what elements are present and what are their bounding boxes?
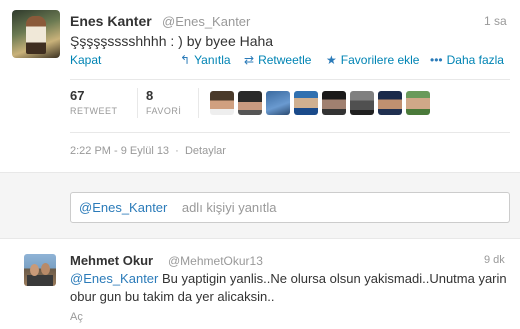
favoriter-avatar[interactable] — [238, 91, 262, 115]
reply-label: Yanıtla — [194, 53, 231, 67]
favoriter-avatar[interactable] — [378, 91, 402, 115]
reply-gap — [171, 200, 178, 215]
details-link[interactable]: Detaylar — [185, 145, 226, 157]
more-label: Daha fazla — [446, 53, 504, 67]
reply-tweet[interactable]: Mehmet Okur @MehmetOkur13 9 dk @Enes_Kan… — [0, 240, 520, 329]
favorite-button[interactable]: ★ Favorilere ekle — [326, 53, 419, 67]
favorite-label: Favorilere ekle — [340, 53, 420, 67]
more-dots-icon: ••• — [430, 53, 443, 67]
reply-tweet-mention[interactable]: @Enes_Kanter — [70, 271, 158, 286]
favorite-count-label: FAVORİ — [146, 106, 182, 116]
favoriter-avatar[interactable] — [350, 91, 374, 115]
favoriter-avatar[interactable] — [210, 91, 234, 115]
reply-author-avatar[interactable] — [24, 254, 56, 286]
divider — [70, 132, 510, 133]
reply-author-name[interactable]: Mehmet Okur — [70, 253, 153, 268]
tweet-text: Şşşşşsssshhhh : ) by byee Haha — [70, 33, 274, 49]
expand-link[interactable]: Aç — [70, 311, 83, 323]
author-avatar[interactable] — [12, 10, 60, 58]
reply-author-handle[interactable]: @MehmetOkur13 — [168, 254, 263, 268]
author-name[interactable]: Enes Kanter — [70, 13, 152, 29]
reply-button[interactable]: ↰ Yanıtla — [180, 53, 231, 67]
reply-tweet-text: @Enes_Kanter Bu yaptigin yanlis..Ne olur… — [70, 270, 512, 306]
favoriter-avatar[interactable] — [294, 91, 318, 115]
reply-composer: @Enes_Kanter adlı kişiyi yanıtla — [0, 172, 520, 239]
reply-tweet-time[interactable]: 9 dk — [484, 254, 505, 266]
retweet-count-label: RETWEET — [70, 106, 118, 116]
more-button[interactable]: ••• Daha fazla — [430, 53, 504, 67]
divider — [137, 88, 138, 118]
tweet-time[interactable]: 1 sa — [484, 14, 507, 28]
favoriter-avatar[interactable] — [322, 91, 346, 115]
reply-icon: ↰ — [180, 53, 191, 67]
reply-mention: @Enes_Kanter — [79, 200, 168, 215]
retweet-icon: ⇄ — [244, 53, 255, 67]
meta-separator: · — [172, 145, 182, 157]
favoriter-avatar[interactable] — [406, 91, 430, 115]
tweet-meta: 2:22 PM - 9 Eylül 13 · Detaylar — [70, 145, 226, 157]
reply-input[interactable]: @Enes_Kanter adlı kişiyi yanıtla — [70, 192, 510, 223]
retweet-count[interactable]: 67 — [70, 88, 84, 103]
main-tweet: Enes Kanter @Enes_Kanter 1 sa Şşşşşssssh… — [0, 0, 520, 172]
divider — [70, 79, 510, 80]
reply-placeholder: adlı kişiyi yanıtla — [181, 200, 277, 215]
favorite-count[interactable]: 8 — [146, 88, 153, 103]
tweet-timestamp[interactable]: 2:22 PM - 9 Eylül 13 — [70, 145, 169, 157]
retweet-button[interactable]: ⇄ Retweetle — [244, 53, 311, 67]
star-icon: ★ — [326, 53, 337, 67]
divider — [198, 88, 199, 118]
author-handle[interactable]: @Enes_Kanter — [162, 14, 250, 29]
retweet-label: Retweetle — [258, 53, 312, 67]
favoriter-avatar[interactable] — [266, 91, 290, 115]
collapse-link[interactable]: Kapat — [70, 53, 101, 67]
